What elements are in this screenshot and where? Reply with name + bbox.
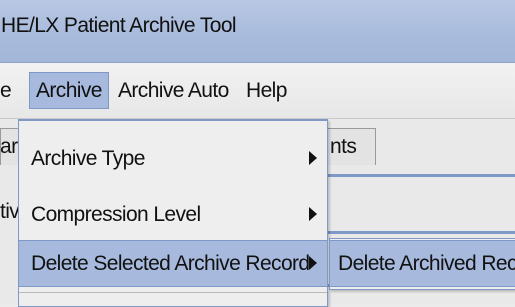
submenu-item-delete-archived-record[interactable]: Delete Archived Rec xyxy=(330,240,515,287)
menu-item-label: Compression Level xyxy=(31,203,201,226)
delete-submenu: Delete Archived Rec xyxy=(329,238,515,290)
menu-item-partial[interactable]: e xyxy=(0,73,12,108)
menu-item-archive-type[interactable]: Archive Type xyxy=(19,136,327,181)
chevron-right-icon xyxy=(309,151,317,165)
archive-dropdown-menu: Archive Type Compression Level Delete Se… xyxy=(18,119,328,307)
partial-content-label: tiv xyxy=(0,200,18,223)
content-underline xyxy=(316,231,515,234)
menu-item-label: Delete Selected Archive Record xyxy=(31,252,310,275)
menu-item-label: Archive Type xyxy=(31,147,145,170)
menu-divider xyxy=(19,292,327,293)
chevron-right-icon xyxy=(309,207,317,221)
chevron-right-icon xyxy=(309,256,317,270)
tab-partial-left[interactable]: аrс xyxy=(0,128,20,165)
window-title: HE/LX Patient Archive Tool xyxy=(1,14,237,37)
tab-underline xyxy=(316,174,515,177)
menu-item-compression-level[interactable]: Compression Level xyxy=(19,192,327,237)
submenu-item-label: Delete Archived Rec xyxy=(338,252,515,275)
menu-item-delete-selected-archive-record[interactable]: Delete Selected Archive Record xyxy=(19,240,327,287)
menu-top-accent xyxy=(19,119,327,121)
title-bar: HE/LX Patient Archive Tool xyxy=(0,0,515,63)
menu-bar: e Archive Archive Auto Help xyxy=(0,63,515,119)
menu-archive[interactable]: Archive xyxy=(29,72,109,109)
menu-archive-auto[interactable]: Archive Auto xyxy=(118,73,229,108)
menu-help[interactable]: Help xyxy=(246,73,287,108)
